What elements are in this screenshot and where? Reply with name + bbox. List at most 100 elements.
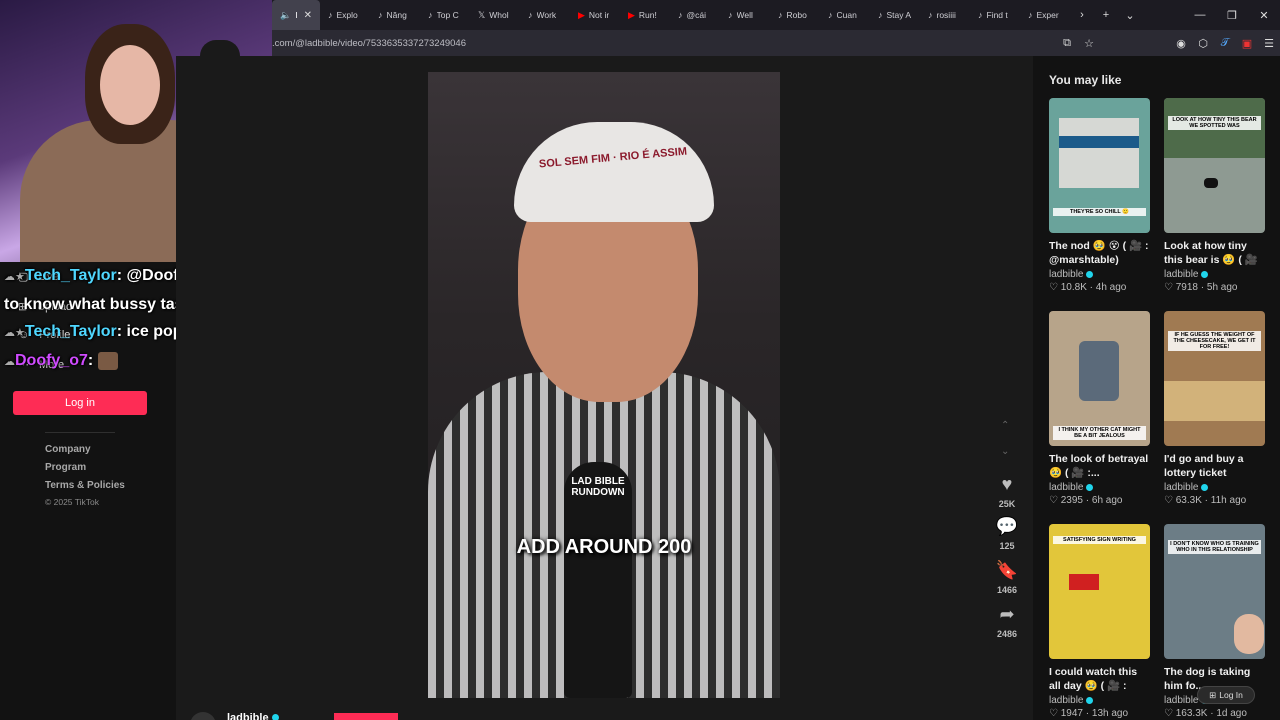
comment-action[interactable]: 💬 125 (990, 516, 1024, 551)
bookmark-star-icon[interactable]: ☆ (1078, 32, 1100, 54)
recommendations-title: You may like (1049, 73, 1122, 87)
login-button[interactable]: Log in (13, 391, 147, 415)
tab[interactable]: ♪ Stay A (870, 0, 920, 30)
extension-badge-icon[interactable]: ▣ (1236, 32, 1258, 54)
extensions-icon[interactable]: ⬡ (1192, 32, 1214, 54)
account-icon[interactable]: ◉ (1170, 32, 1192, 54)
url-text[interactable]: .com/@ladbible/video/7533635337273249046 (272, 38, 1056, 49)
heart-outline-icon: ♡ (1049, 495, 1058, 506)
like-action[interactable]: ♥ 25K (990, 474, 1024, 509)
close-tab-icon[interactable]: ✕ (304, 10, 312, 21)
verified-icon (1086, 484, 1094, 491)
chat-username: Tech_Taylor (24, 267, 117, 284)
chat-badge-icon: ☁ (4, 356, 15, 368)
menu-icon[interactable]: ☰ (1258, 32, 1280, 54)
new-tab-icon[interactable]: + (1094, 0, 1118, 30)
verified-icon (1201, 271, 1209, 278)
video-thumbnail[interactable]: IF HE GUESS THE WEIGHT OF THE CHEESECAKE… (1164, 311, 1265, 446)
tab-bar: 🔈I kr✕ ♪Explo ♪Năng ♪Top C 𝕏Whol ♪Work ▶… (272, 0, 1280, 30)
share-icon: ➦ (999, 604, 1015, 624)
tiktok-icon: ♪ (678, 10, 683, 20)
tiktok-icon: ♪ (978, 10, 983, 20)
tab[interactable]: ♪ Well (720, 0, 770, 30)
follow-button[interactable] (334, 713, 398, 720)
chat-username: Tech_Taylor (24, 323, 117, 340)
restore-icon[interactable]: ❐ (1216, 0, 1248, 30)
verified-icon (1201, 484, 1209, 491)
tiktok-icon: ♪ (728, 10, 733, 20)
bookmark-action[interactable]: 🔖 1466 (990, 560, 1024, 595)
heart-outline-icon: ♡ (1049, 708, 1058, 719)
picture-in-picture-icon[interactable]: ⧉ (1056, 32, 1078, 54)
tab-scroll-right-icon[interactable]: › (1070, 0, 1094, 30)
heart-outline-icon: ♡ (1049, 282, 1058, 293)
floating-login-button[interactable]: ⊞ Log In (1197, 686, 1255, 704)
tiktok-icon: ♪ (928, 10, 933, 20)
chat-badge-icon: ☁★ (4, 327, 25, 339)
footer-link-program[interactable]: Program (45, 462, 86, 473)
chat-badge-icon: ☁★ (4, 271, 25, 283)
heart-outline-icon: ♡ (1164, 495, 1173, 506)
video-thumbnail[interactable]: LOOK AT HOW TINY THIS BEAR WE SPOTTED WA… (1164, 98, 1265, 233)
tab[interactable]: ♪ Find t (970, 0, 1020, 30)
recommended-video-card[interactable]: I THINK MY OTHER CAT MIGHT BE A BIT JEAL… (1049, 311, 1151, 506)
login-icon: ⊞ (1209, 689, 1217, 700)
heart-outline-icon: ♡ (1164, 708, 1173, 719)
tab[interactable]: ▶ Not ir (570, 0, 620, 30)
list-tabs-icon[interactable]: ⌄ (1118, 0, 1142, 30)
tab[interactable]: 𝕏 Whol (470, 0, 520, 30)
tiktok-icon: ♪ (878, 10, 883, 20)
share-action[interactable]: ➦ 2486 (990, 604, 1024, 639)
video-frame-cap (514, 122, 714, 222)
bookmark-icon: 🔖 (995, 560, 1019, 580)
recommended-video-card[interactable]: LOOK AT HOW TINY THIS BEAR WE SPOTTED WA… (1164, 98, 1266, 293)
chat-text: : (87, 352, 94, 369)
footer-link-company[interactable]: Company (45, 444, 91, 455)
youtube-icon: ▶ (578, 9, 585, 20)
minimize-icon[interactable]: — (1184, 0, 1216, 30)
copyright: © 2025 TikTok (45, 497, 99, 507)
tiktok-icon: ♪ (1028, 10, 1033, 20)
address-bar[interactable]: .com/@ladbible/video/7533635337273249046… (272, 30, 1280, 56)
tab[interactable]: ♪ @cái (670, 0, 720, 30)
close-window-icon[interactable]: ✕ (1248, 0, 1280, 30)
video-player[interactable]: SOL SEM FIM · RIO É ASSIM LAD BIBLE RUND… (428, 72, 780, 698)
video-thumbnail[interactable]: I THINK MY OTHER CAT MIGHT BE A BIT JEAL… (1049, 311, 1150, 446)
divider (45, 432, 115, 433)
translate-icon[interactable]: 𝒯 (1214, 32, 1236, 54)
video-thumbnail[interactable]: THEY'RE SO CHILL 🙂 (1049, 98, 1150, 233)
tab[interactable]: ♪ Cuan (820, 0, 870, 30)
recommended-video-card[interactable]: SATISFYING SIGN WRITING I could watch th… (1049, 524, 1151, 719)
author-name[interactable]: ladbible (227, 712, 279, 720)
verified-icon (1086, 697, 1094, 704)
tab[interactable]: ♪ Robo (770, 0, 820, 30)
tab[interactable]: ♪ Work (520, 0, 570, 30)
heart-icon: ♥ (1001, 474, 1013, 494)
tab-active[interactable]: 🔈I kr✕ (272, 0, 320, 30)
mic-label: LAD BIBLE RUNDOWN (571, 476, 625, 498)
footer-link-terms[interactable]: Terms & Policies (45, 480, 125, 491)
x-icon: 𝕏 (478, 9, 486, 20)
video-thumbnail[interactable]: I DON'T KNOW WHO IS TRAINING WHO IN THIS… (1164, 524, 1265, 659)
verified-icon (271, 714, 279, 720)
tab[interactable]: ♪ Exper (1020, 0, 1070, 30)
chat-username: Doofy_o7 (15, 352, 88, 369)
tab[interactable]: ▶ Run! (620, 0, 670, 30)
screen: ▢ Live ⊞ Upload ☺ Profile ⋯ More ☁★Tech_Tayl… (0, 0, 1280, 720)
comment-icon: 💬 (995, 516, 1019, 536)
tab[interactable]: ♪ Năng (370, 0, 420, 30)
video-thumbnail[interactable]: SATISFYING SIGN WRITING (1049, 524, 1150, 659)
next-video-icon[interactable]: ⌄ (1001, 446, 1009, 457)
tab[interactable]: ♪ Top C (420, 0, 470, 30)
tiktok-icon: ♪ (778, 10, 783, 20)
heart-outline-icon: ♡ (1164, 282, 1173, 293)
speaker-icon: 🔈 (280, 9, 292, 20)
video-caption: ADD AROUND 200 (516, 536, 692, 558)
prev-video-icon[interactable]: ⌃ (1001, 420, 1009, 431)
tab[interactable]: ♪ rosiiii (920, 0, 970, 30)
youtube-icon: ▶ (628, 9, 635, 20)
tab[interactable]: ♪ Explo (320, 0, 370, 30)
tiktok-icon: ♪ (378, 10, 383, 20)
recommended-video-card[interactable]: THEY'RE SO CHILL 🙂 The nod 🥹 😵 ( 🎥 : @ma… (1049, 98, 1151, 293)
recommended-video-card[interactable]: IF HE GUESS THE WEIGHT OF THE CHEESECAKE… (1164, 311, 1266, 506)
